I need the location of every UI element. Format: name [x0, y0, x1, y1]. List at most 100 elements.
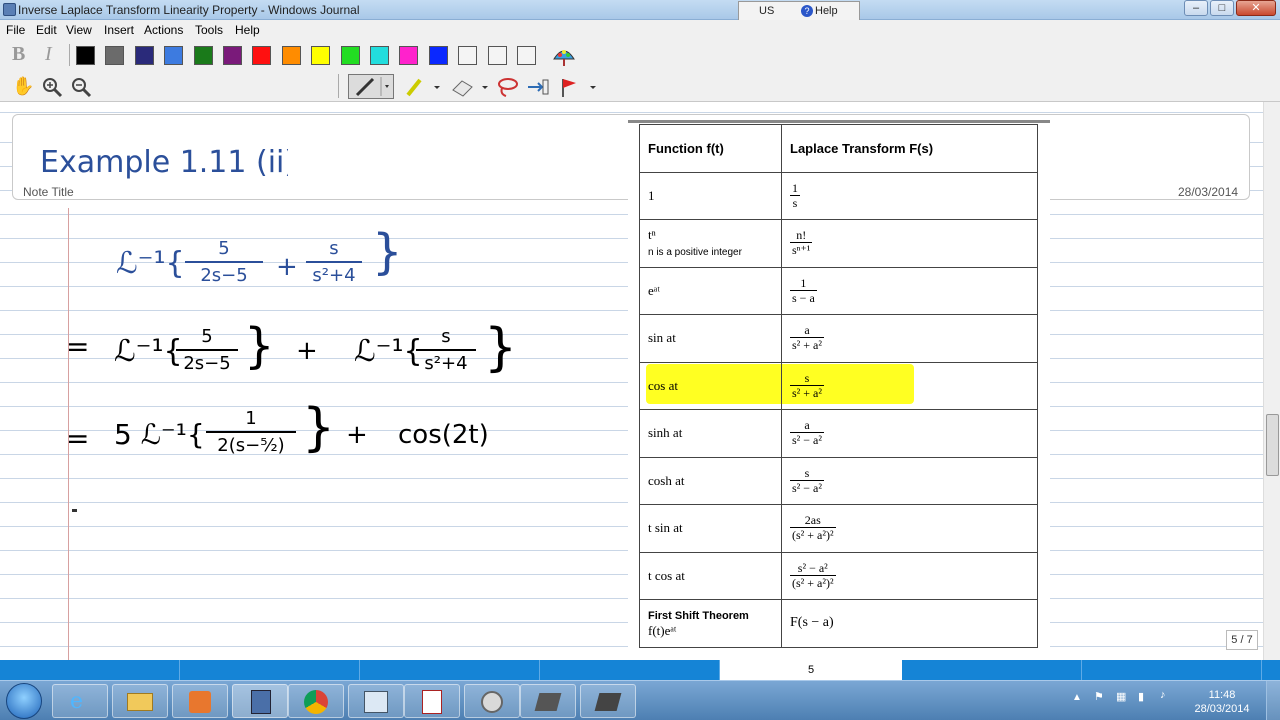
page-segment[interactable] — [540, 660, 720, 680]
function-text: tⁿ — [648, 227, 656, 243]
transform-numerator: 1 — [790, 276, 817, 291]
window-app-icon — [364, 691, 388, 713]
taskbar-ie[interactable]: e — [52, 684, 108, 718]
transform-numerator: 2as — [790, 513, 836, 529]
menu-bar: File Edit View Insert Actions Tools Help — [0, 20, 1280, 40]
color-swatch[interactable] — [340, 46, 360, 65]
transform-denominator: s² − a² — [792, 480, 822, 495]
function-cell: tⁿ n is a positive integer — [639, 219, 782, 268]
note-title-ink: Example 1.11 (ii) — [40, 145, 288, 180]
tray-network-icon[interactable]: ▦ — [1116, 690, 1126, 703]
menu-view[interactable]: View — [66, 23, 92, 37]
tools-toolbar — [0, 70, 1280, 102]
pdf-icon — [422, 690, 442, 714]
line3-f-den: 2(s−⁵⁄₂) — [217, 435, 285, 456]
zoom-out-icon[interactable] — [70, 76, 92, 98]
eraser-icon[interactable] — [450, 76, 492, 98]
current-page-segment[interactable]: 5 — [720, 660, 902, 680]
close-button[interactable]: ✕ — [1236, 0, 1276, 16]
function-text: 1 — [648, 187, 655, 203]
color-swatch[interactable] — [399, 46, 419, 65]
taskbar-media[interactable] — [172, 684, 228, 718]
taskbar-journal[interactable] — [232, 684, 288, 718]
lasso-icon[interactable] — [496, 76, 520, 98]
page-segment[interactable] — [180, 660, 360, 680]
italic-button[interactable]: I — [45, 43, 52, 66]
function-cell: t cos at — [639, 551, 782, 600]
color-swatch[interactable] — [370, 46, 389, 65]
taskbar-app8[interactable] — [520, 684, 576, 718]
menu-edit[interactable]: Edit — [36, 23, 57, 37]
color-palette-icon[interactable] — [552, 45, 576, 67]
color-swatch[interactable] — [458, 46, 478, 65]
table-header-row: Function f(t) Laplace Transform F(s) — [639, 124, 1038, 173]
transform-numerator: s — [790, 371, 824, 386]
function-text: cosh at — [648, 472, 685, 488]
gem-app-icon-2 — [594, 693, 622, 711]
media-player-icon — [189, 691, 211, 713]
page-segment[interactable] — [0, 660, 180, 680]
clock-time: 11:48 — [1208, 689, 1236, 701]
taskbar-app7[interactable] — [464, 684, 520, 718]
taskbar-app9[interactable] — [580, 684, 636, 718]
table-row: First Shift Theorem f(t)eᵃᵗ F(s − a) — [639, 599, 1038, 648]
taskbar-chrome[interactable] — [288, 684, 344, 718]
taskbar-explorer[interactable] — [112, 684, 168, 718]
show-desktop-button[interactable] — [1266, 681, 1280, 720]
color-swatch[interactable] — [517, 46, 536, 65]
language-label[interactable]: US — [759, 5, 774, 17]
page-segment[interactable] — [902, 660, 1082, 680]
taskbar-pdf[interactable] — [404, 684, 460, 718]
table-row: t sin at 2as (s² + a²)² — [639, 504, 1038, 553]
menu-insert[interactable]: Insert — [104, 23, 134, 37]
transform-numerator: s — [790, 466, 824, 481]
color-swatch[interactable] — [252, 46, 272, 65]
transform-fraction: s² − a² (s² + a²)² — [790, 561, 836, 591]
hand-icon[interactable]: ✋ — [12, 76, 34, 97]
highlighter-icon[interactable] — [404, 76, 444, 98]
color-swatch[interactable] — [164, 46, 184, 65]
page-navigator[interactable]: 5 — [0, 660, 1280, 680]
maximize-button[interactable]: □ — [1210, 0, 1234, 16]
color-swatch[interactable] — [193, 46, 213, 65]
tray-expand-icon[interactable]: ▲ — [1072, 692, 1082, 703]
chrome-icon — [304, 690, 328, 714]
menu-file[interactable]: File — [6, 23, 25, 37]
menu-help[interactable]: Help — [235, 23, 260, 37]
help-icon[interactable]: ? — [801, 5, 813, 17]
flag-icon[interactable] — [558, 76, 600, 98]
tray-power-icon[interactable]: ▮ — [1138, 690, 1144, 703]
color-swatch[interactable] — [105, 46, 125, 65]
line2-operator-1: ℒ⁻¹{ — [114, 334, 183, 369]
help-label[interactable]: Help — [815, 5, 838, 17]
zoom-in-icon[interactable] — [41, 76, 63, 98]
taskbar-app5[interactable] — [348, 684, 404, 718]
insert-space-icon[interactable] — [524, 76, 550, 98]
bold-button[interactable]: B — [12, 43, 25, 66]
tray-volume-icon[interactable]: ♪ — [1160, 689, 1166, 701]
system-clock[interactable]: 11:48 28/03/2014 — [1192, 688, 1252, 716]
transform-cell: n! sⁿ⁺¹ — [781, 219, 1038, 268]
language-bar[interactable]: US ? Help — [738, 1, 860, 21]
line3-tail: cos(2t) — [398, 420, 489, 450]
journal-app-icon — [3, 3, 16, 16]
line3-operator: 5 ℒ⁻¹{ — [114, 418, 205, 451]
table-row: 11s — [639, 171, 1038, 220]
color-swatch[interactable] — [428, 46, 448, 65]
menu-actions[interactable]: Actions — [144, 23, 183, 37]
pen-button[interactable] — [348, 74, 394, 99]
color-swatch[interactable] — [223, 46, 242, 65]
vertical-scroll-thumb[interactable] — [1266, 414, 1279, 476]
color-swatch[interactable] — [76, 46, 95, 65]
color-swatch[interactable] — [487, 46, 507, 65]
page-segment[interactable] — [360, 660, 540, 680]
page-segment[interactable] — [1082, 660, 1262, 680]
minimize-button[interactable]: – — [1184, 0, 1208, 16]
menu-tools[interactable]: Tools — [195, 23, 223, 37]
color-swatch[interactable] — [134, 46, 154, 65]
color-swatch[interactable] — [311, 46, 331, 65]
vertical-scrollbar[interactable] — [1263, 102, 1280, 660]
tray-flag-icon[interactable]: ⚑ — [1094, 690, 1104, 703]
color-swatch[interactable] — [281, 46, 301, 65]
start-button[interactable] — [6, 683, 42, 719]
